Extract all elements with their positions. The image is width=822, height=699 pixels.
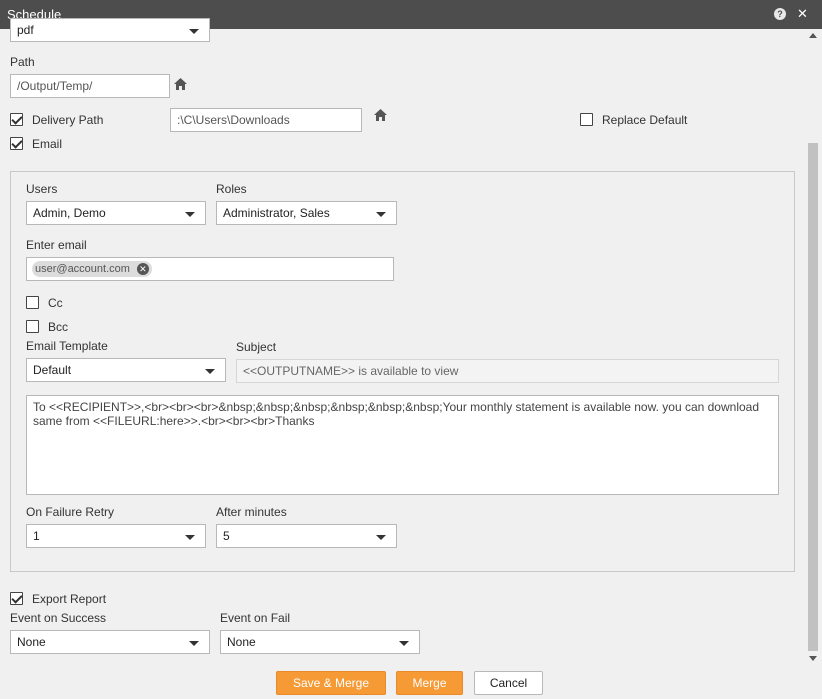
on-failure-retry-select[interactable]: 1 bbox=[26, 524, 206, 548]
users-label: Users bbox=[26, 182, 58, 196]
scrollbar-thumb[interactable] bbox=[808, 143, 818, 651]
chevron-down-icon bbox=[376, 535, 386, 540]
email-template-value: Default bbox=[33, 363, 72, 377]
subject-label: Subject bbox=[236, 340, 277, 354]
email-chip-label: user@account.com bbox=[35, 263, 130, 275]
path-input[interactable]: /Output/Temp/ bbox=[10, 74, 170, 98]
users-select[interactable]: Admin, Demo bbox=[26, 201, 206, 225]
event-on-success-select[interactable]: None bbox=[10, 630, 210, 654]
subject-input[interactable]: <<OUTPUTNAME>> is available to view bbox=[236, 359, 779, 383]
export-report-label: Export Report bbox=[32, 592, 107, 606]
chevron-down-icon bbox=[376, 212, 386, 217]
delivery-path-input[interactable]: :\C\Users\Downloads bbox=[170, 108, 362, 132]
format-select[interactable]: pdf bbox=[10, 18, 210, 42]
chevron-down-icon bbox=[189, 29, 199, 34]
save-merge-button[interactable]: Save & Merge bbox=[276, 671, 386, 695]
replace-default-label: Replace Default bbox=[602, 113, 688, 127]
email-template-label: Email Template bbox=[26, 339, 108, 353]
export-report-checkbox[interactable] bbox=[10, 592, 23, 605]
after-minutes-label: After minutes bbox=[216, 505, 287, 519]
after-minutes-value: 5 bbox=[223, 529, 230, 543]
help-icon[interactable]: ? bbox=[774, 8, 786, 20]
event-on-fail-select[interactable]: None bbox=[220, 630, 420, 654]
chevron-down-icon bbox=[189, 641, 199, 646]
home-icon[interactable] bbox=[174, 78, 187, 90]
roles-select-value: Administrator, Sales bbox=[223, 206, 330, 220]
cc-label: Cc bbox=[48, 296, 63, 310]
email-checkbox[interactable] bbox=[10, 137, 23, 150]
home-icon[interactable] bbox=[374, 109, 387, 121]
event-on-success-label: Event on Success bbox=[10, 611, 107, 625]
scroll-down-arrow-icon[interactable] bbox=[809, 656, 817, 661]
chevron-down-icon bbox=[205, 369, 215, 374]
delivery-path-label: Delivery Path bbox=[32, 113, 104, 127]
roles-select[interactable]: Administrator, Sales bbox=[216, 201, 397, 225]
merge-button[interactable]: Merge bbox=[396, 671, 463, 695]
after-minutes-select[interactable]: 5 bbox=[216, 524, 397, 548]
close-icon[interactable]: ✕ bbox=[797, 7, 809, 20]
replace-default-checkbox[interactable] bbox=[580, 113, 593, 126]
bcc-checkbox[interactable] bbox=[26, 320, 39, 333]
scroll-up-arrow-icon[interactable] bbox=[809, 33, 817, 38]
path-label: Path bbox=[10, 55, 35, 69]
email-template-select[interactable]: Default bbox=[26, 358, 226, 382]
chevron-down-icon bbox=[185, 535, 195, 540]
on-failure-retry-value: 1 bbox=[33, 529, 40, 543]
users-select-value: Admin, Demo bbox=[33, 206, 106, 220]
email-chip: user@account.com ✕ bbox=[32, 261, 152, 277]
delivery-path-checkbox[interactable] bbox=[10, 113, 23, 126]
on-failure-retry-label: On Failure Retry bbox=[26, 505, 115, 519]
bcc-label: Bcc bbox=[48, 320, 69, 334]
event-on-success-value: None bbox=[17, 635, 46, 649]
format-select-value: pdf bbox=[17, 23, 34, 37]
email-body-textarea[interactable]: To <<RECIPIENT>>,<br><br><br>&nbsp;&nbsp… bbox=[26, 395, 779, 495]
email-label: Email bbox=[32, 137, 63, 151]
enter-email-label: Enter email bbox=[26, 238, 87, 252]
chevron-down-icon bbox=[185, 212, 195, 217]
event-on-fail-value: None bbox=[227, 635, 256, 649]
chevron-down-icon bbox=[399, 641, 409, 646]
cancel-button[interactable]: Cancel bbox=[474, 671, 543, 695]
roles-label: Roles bbox=[216, 182, 247, 196]
cc-checkbox[interactable] bbox=[26, 296, 39, 309]
event-on-fail-label: Event on Fail bbox=[220, 611, 291, 625]
remove-chip-icon[interactable]: ✕ bbox=[136, 263, 149, 275]
